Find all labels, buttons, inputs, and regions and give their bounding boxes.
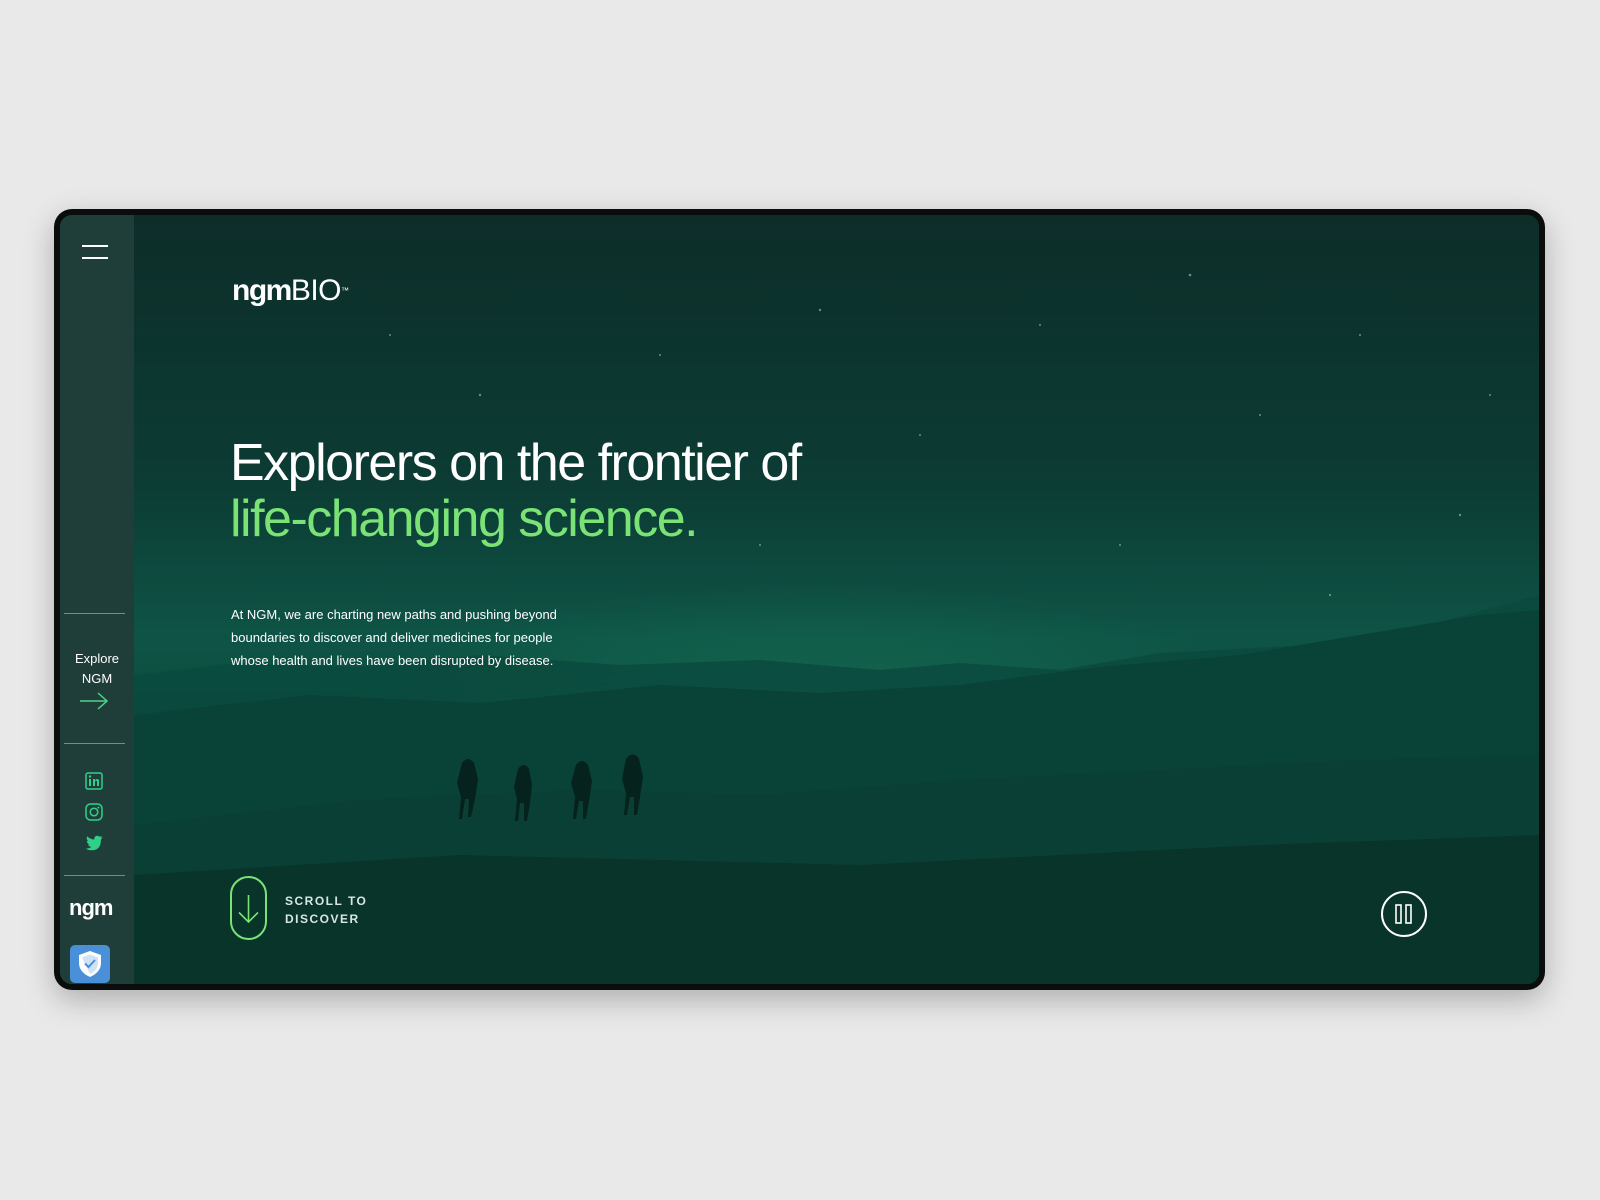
headline-line2: life-changing science. [230,490,699,548]
mountain-landscape [134,273,1539,984]
website-screen: Explore NGM ngm ngmBIO™ Explorers on the… [60,215,1539,984]
pause-video-button[interactable] [1381,891,1427,937]
scroll-label-line1: SCROLL TO [285,894,368,908]
menu-line [82,245,108,247]
shield-check-icon [79,951,101,977]
explore-label-line2: NGM [81,671,113,686]
sidebar-divider [64,613,125,614]
sidebar-divider [64,875,125,876]
explore-ngm-link[interactable]: Explore NGM [60,649,134,689]
brand-primary: ngm [232,274,292,307]
left-sidebar: Explore NGM ngm [60,215,134,984]
hero-background-image [60,215,1539,984]
scroll-pill [230,876,267,940]
scroll-label: SCROLL TO DISCOVER [285,892,425,928]
hamburger-menu-icon[interactable] [82,245,108,259]
hero-headline: Explorers on the frontier of life-changi… [230,434,802,548]
sidebar-divider [64,743,125,744]
pause-icon [1395,904,1412,924]
explore-label-line1: Explore [74,651,120,666]
hero-intro-text: At NGM, we are charting new paths and pu… [231,607,557,668]
trademark-mark: ™ [341,286,350,295]
instagram-icon[interactable] [85,803,103,821]
headline-line1: Explorers on the frontier of [230,434,802,492]
menu-line [82,257,108,259]
ngmbio-logo[interactable]: ngmBIO™ [232,273,349,309]
ngm-logo[interactable]: ngm [69,895,113,921]
twitter-icon[interactable] [85,835,103,851]
linkedin-icon[interactable] [85,772,103,790]
browser-frame: Explore NGM ngm ngmBIO™ Explorers on the… [54,209,1545,990]
security-badge[interactable] [70,945,110,983]
arrow-right-icon[interactable] [79,692,109,710]
scroll-label-line2: DISCOVER [285,912,360,926]
arrow-down-icon [238,895,259,924]
brand-secondary: BIO [290,274,342,307]
